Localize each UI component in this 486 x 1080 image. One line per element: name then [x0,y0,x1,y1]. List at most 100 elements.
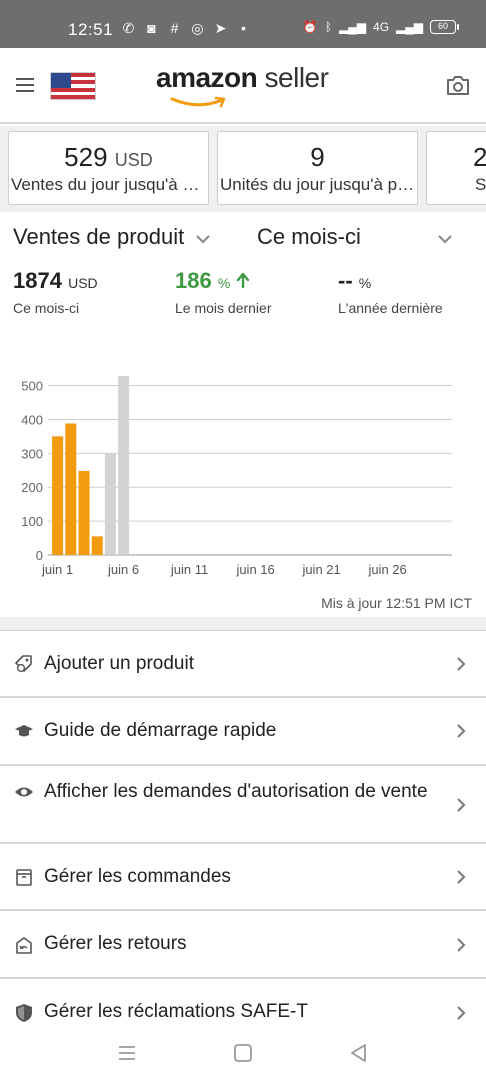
amazon-seller-logo: amazon seller [156,62,336,112]
stat-label: Le mois dernier [175,300,272,316]
card-label: Unités du jour jusqu'à présent [220,175,417,194]
box-icon [16,869,32,886]
updated-timestamp: Mis à jour 12:51 PM ICT [321,595,472,611]
chrome-icon: ◎ [191,20,204,36]
x-tick-label: juin 6 [107,562,139,577]
chart-bar [65,423,77,555]
stat-unit: USD [68,275,98,291]
logo-bold: amazon [156,62,258,93]
menu-item-label: Afficher les demandes d'autorisation de … [44,781,428,802]
graduation-cap-icon [15,725,33,737]
x-tick-label: juin 26 [367,562,406,577]
discord-icon: ◙ [147,20,156,36]
system-nav-bar [0,1030,486,1080]
sales-today-card[interactable]: 529 USD Ventes du jour jusqu'à présent [8,131,209,205]
card-label: S [475,175,486,194]
menu-item-manage-orders[interactable]: Gérer les commandes [0,844,486,911]
stat-last-month: 186 % Le mois dernier [175,268,272,316]
menu-item-manage-returns[interactable]: Gérer les retours [0,911,486,979]
third-metric-card[interactable]: 2 S [426,131,486,205]
chevron-right-icon [457,1006,466,1020]
x-tick-label: juin 11 [170,562,208,577]
chevron-right-icon [457,798,466,812]
metric-cards: 529 USD Ventes du jour jusqu'à présent 9… [0,126,486,212]
x-tick-label: juin 1 [41,562,73,577]
y-tick-label: 0 [36,548,43,563]
selectors: Ventes de produit Ce mois-ci [0,224,486,254]
amazon-smile-icon [170,96,226,108]
more-dot-icon: • [241,20,246,36]
y-tick-label: 200 [21,480,43,495]
chevron-down-icon [438,235,452,244]
signal-icon: ▂▄▆ [339,20,367,34]
chevron-right-icon [457,870,466,884]
stat-last-year: -- % L'année dernière [338,268,443,316]
sales-chart: 0 100 200 300 400 500 juin 1 juin 6 juin 11 juin … [0,362,486,592]
us-flag-icon[interactable] [50,72,96,100]
chart-bar [104,453,116,555]
menu-item-label: Gérer les commandes [44,866,231,887]
metric-selector-label: Ventes de produit [13,224,185,249]
stat-label: Ce mois-ci [13,300,80,316]
menu-item-label: Gérer les réclamations SAFE-T [44,1001,308,1022]
stat-value: 1874 [13,268,62,293]
menu-item-label: Guide de démarrage rapide [44,720,277,741]
chevron-right-icon [457,657,466,671]
y-tick-label: 500 [21,379,43,394]
notification-icons: ✆ ◙ # ◎ ➤ • [120,20,252,37]
return-box-icon [16,937,32,954]
camera-icon[interactable] [446,74,470,96]
stat-value: 186 [175,268,212,293]
logo-rest: seller [257,62,329,93]
arrow-up-icon [237,272,250,289]
card-value: 2 [473,142,486,172]
shield-icon [16,1004,32,1022]
home-square-icon[interactable] [232,1042,254,1064]
y-tick-label: 300 [21,446,43,461]
card-value: 9 [310,142,325,172]
card-label: Ventes du jour jusqu'à présent [11,175,208,194]
card-unit: USD [114,150,153,170]
menu-item-sales-authorization[interactable]: Afficher les demandes d'autorisation de … [0,766,486,844]
section-divider [0,617,486,631]
x-tick-label: juin 21 [301,562,340,577]
slack-icon: # [170,20,179,36]
chevron-down-icon [196,235,210,244]
back-triangle-icon[interactable] [348,1042,370,1064]
app-header: amazon seller [0,48,486,124]
stat-label: L'année dernière [338,300,443,316]
chart-bar [52,436,64,555]
menu-item-add-product[interactable]: Ajouter un produit [0,631,486,698]
card-value: 529 [64,142,108,172]
battery-icon: 60 [430,20,459,34]
whatsapp-icon: ✆ [122,20,135,36]
menu-item-quick-start-guide[interactable]: Guide de démarrage rapide [0,698,486,766]
alarm-icon: ⏰ [302,20,318,34]
signal-2-icon: ▂▄▆ [396,20,423,34]
stat-unit: % [217,275,231,291]
recents-menu-icon[interactable] [116,1042,138,1064]
period-selector-label: Ce mois-ci [257,224,361,249]
units-today-card[interactable]: 9 Unités du jour jusqu'à présent [217,131,418,205]
sales-section: Ventes de produit Ce mois-ci 1874 USD Ce… [0,212,486,617]
menu-item-label: Ajouter un produit [44,653,194,674]
hamburger-menu-icon[interactable] [16,78,34,92]
bluetooth-icon: ᛒ [324,20,333,34]
stat-unit: % [358,275,372,291]
chart-bar [78,470,90,555]
chevron-right-icon [457,938,466,952]
chevron-right-icon [457,724,466,738]
chart-bar [91,536,103,555]
x-tick-label: juin 16 [235,562,274,577]
status-bar: 12:51 ✆ ◙ # ◎ ➤ • ⏰ ᛒ ▂▄▆ 4G ▂▄▆ 60 [0,0,486,48]
sales-bar-chart: 0 100 200 300 400 500 juin 1 juin 6 juin 11 juin … [21,376,452,577]
y-tick-label: 400 [21,412,43,427]
system-icons: ⏰ ᛒ ▂▄▆ 4G ▂▄▆ 60 [302,20,459,34]
y-tick-label: 100 [21,514,43,529]
telegram-icon: ➤ [214,20,227,36]
stat-value: -- [338,268,353,293]
stat-this-month: 1874 USD Ce mois-ci [13,268,98,316]
status-time: 12:51 [68,20,114,39]
tag-icon [15,655,32,673]
action-menu: Ajouter un produit Guide de démarrage ra… [0,631,486,1043]
